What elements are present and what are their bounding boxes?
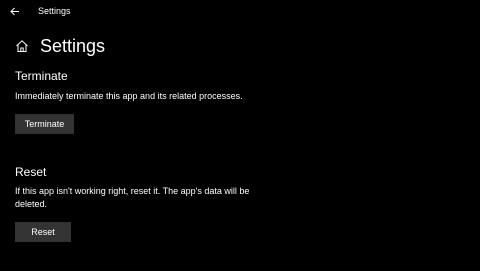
- terminate-button[interactable]: Terminate: [15, 114, 74, 134]
- title-bar: Settings: [0, 0, 480, 24]
- page-header: Settings: [14, 34, 105, 58]
- page-title: Settings: [40, 36, 106, 56]
- settings-window: Settings Settings Terminate Immediately …: [0, 0, 480, 271]
- terminate-description: Immediately terminate this app and its r…: [15, 91, 243, 101]
- reset-button[interactable]: Reset: [15, 222, 71, 242]
- terminate-heading: Terminate: [15, 69, 68, 83]
- reset-heading: Reset: [15, 165, 47, 179]
- home-icon[interactable]: [14, 38, 30, 54]
- reset-description-line-1: If this app isn't working right, reset i…: [15, 186, 250, 196]
- back-arrow-icon: [10, 7, 19, 15]
- reset-description-line-2: deleted.: [15, 199, 48, 209]
- back-button[interactable]: [6, 3, 24, 19]
- window-title: Settings: [38, 6, 71, 16]
